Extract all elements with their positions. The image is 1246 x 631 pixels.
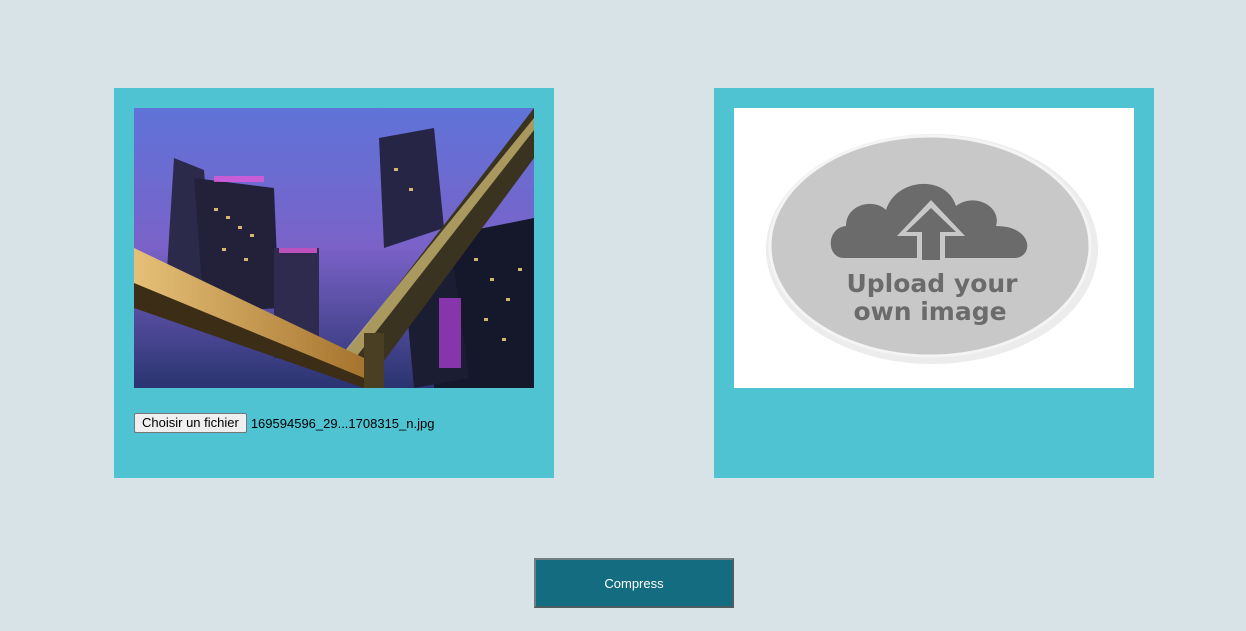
- uploaded-image-preview: [134, 108, 534, 388]
- upload-text-line1: Upload your: [846, 269, 1018, 298]
- output-image-panel: Upload your own image: [714, 88, 1154, 478]
- choose-file-button[interactable]: Choisir un fichier: [134, 413, 247, 433]
- file-chooser: Choisir un fichier 169594596_29...170831…: [134, 413, 434, 433]
- selected-file-name: 169594596_29...1708315_n.jpg: [250, 415, 435, 431]
- source-image-panel: Choisir un fichier 169594596_29...170831…: [114, 88, 554, 478]
- output-image-preview: Upload your own image: [734, 108, 1134, 388]
- page: Choisir un fichier 169594596_29...170831…: [0, 0, 1246, 631]
- upload-text-line2: own image: [853, 297, 1006, 326]
- compress-button[interactable]: Compress: [534, 558, 734, 608]
